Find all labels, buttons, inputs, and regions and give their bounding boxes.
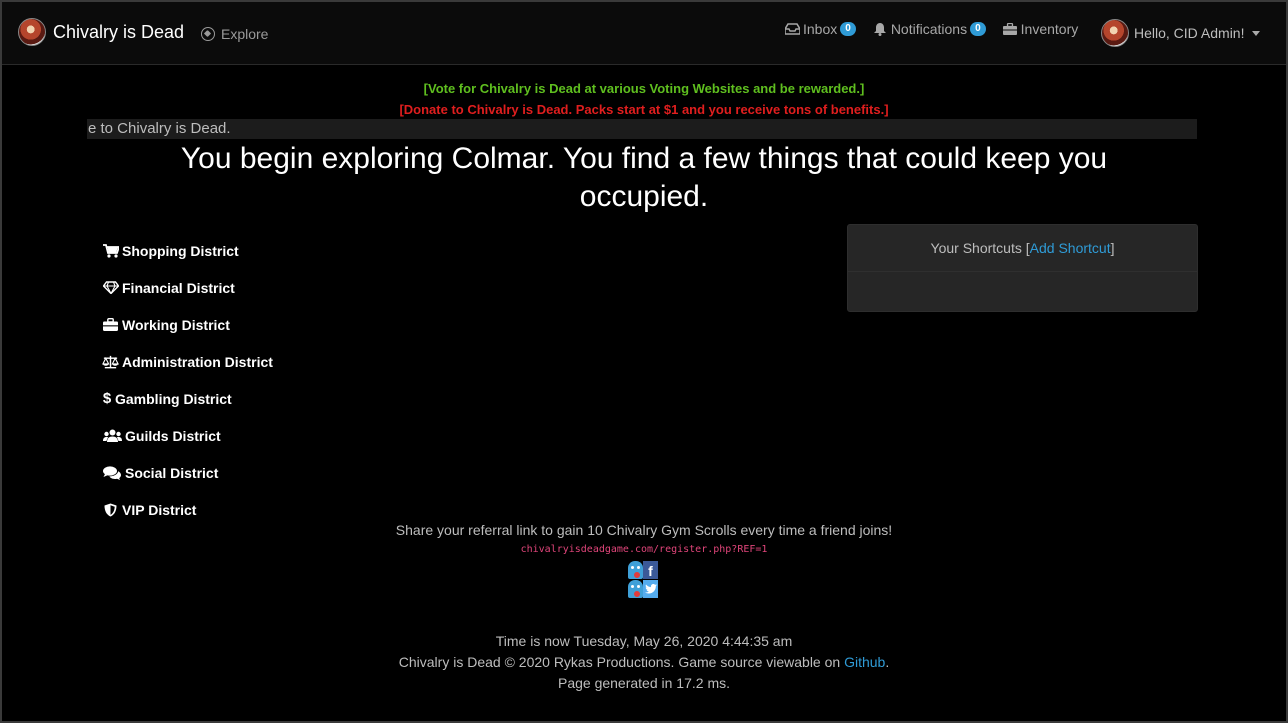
shield-icon — [102, 503, 119, 517]
copyright: Chivalry is Dead © 2020 Rykas Production… — [2, 652, 1286, 673]
notifications-count-badge: 0 — [970, 22, 986, 36]
facebook-icon: f — [643, 561, 658, 579]
district-label: Gambling District — [115, 390, 232, 407]
chevron-down-icon — [1252, 30, 1261, 36]
page-generated-time: Page generated in 17.2 ms. — [557, 675, 730, 691]
brand-link[interactable]: Chivalry is Dead — [18, 18, 184, 46]
bracket-close: ] — [1110, 240, 1115, 256]
game-logo — [18, 18, 46, 46]
announcement-marquee: e to Chivalry is Dead. — [87, 119, 1197, 139]
compass-icon — [201, 27, 215, 41]
vote-banner-link[interactable]: [Vote for Chivalry is Dead at various Vo… — [2, 81, 1286, 96]
avatar — [1101, 19, 1129, 47]
district-label: Working District — [122, 316, 230, 333]
inbox-count-badge: 0 — [840, 22, 856, 36]
balance-scale-icon — [102, 355, 119, 369]
headline-line-1: You begin exploring Colmar. You find a f… — [180, 142, 1108, 175]
inbox-link[interactable]: Inbox 0 — [784, 21, 856, 37]
district-gambling[interactable]: $ Gambling District — [102, 380, 273, 417]
ghost-icon — [628, 561, 643, 579]
share-facebook-button[interactable]: f — [628, 561, 658, 579]
explore-label: Explore — [221, 26, 269, 42]
diamond-icon — [102, 281, 119, 295]
copyright-period: . — [885, 654, 890, 670]
district-working[interactable]: Working District — [102, 306, 273, 343]
district-label: Financial District — [122, 279, 235, 296]
share-twitter-button[interactable] — [628, 580, 658, 598]
shortcuts-header: Your Shortcuts [Add Shortcut] — [848, 225, 1197, 272]
github-link[interactable]: Github — [844, 654, 885, 670]
inventory-link[interactable]: Inventory — [1002, 21, 1079, 37]
briefcase-icon — [102, 318, 119, 332]
inventory-label: Inventory — [1020, 21, 1079, 37]
district-label: Shopping District — [122, 242, 239, 259]
district-label: Administration District — [122, 353, 273, 370]
inbox-icon — [784, 23, 800, 35]
donate-banner-link[interactable]: [Donate to Chivalry is Dead. Packs start… — [2, 102, 1286, 117]
notifications-link[interactable]: Notifications 0 — [872, 21, 986, 37]
district-label: Guilds District — [125, 427, 221, 444]
district-shopping[interactable]: Shopping District — [102, 232, 273, 269]
ghost-icon — [628, 580, 643, 598]
district-list: Shopping District Financial District Wor… — [102, 232, 273, 528]
copyright-text: Chivalry is Dead © 2020 Rykas Production… — [398, 654, 845, 670]
users-icon — [102, 429, 122, 443]
server-time: Time is now Tuesday, May 26, 2020 4:44:3… — [495, 633, 793, 649]
district-financial[interactable]: Financial District — [102, 269, 273, 306]
user-greeting: Hello, CID Admin! — [1134, 25, 1245, 41]
notifications-label: Notifications — [890, 21, 968, 37]
page-footer: Time is now Tuesday, May 26, 2020 4:44:3… — [2, 631, 1286, 694]
inbox-label: Inbox — [803, 21, 838, 37]
dollar-icon: $ — [102, 390, 112, 407]
district-social[interactable]: Social District — [102, 454, 273, 491]
bell-icon — [872, 22, 888, 36]
referral-link[interactable]: chivalryisdeadgame.com/register.php?REF=… — [2, 544, 1286, 555]
comments-icon — [102, 465, 122, 480]
briefcase-icon — [1002, 23, 1018, 35]
district-administration[interactable]: Administration District — [102, 343, 273, 380]
twitter-icon — [643, 580, 658, 598]
headline-line-2: occupied. — [579, 180, 709, 213]
district-label: VIP District — [122, 501, 197, 518]
top-navbar: Chivalry is Dead Explore Inbox 0 Notific… — [2, 2, 1286, 65]
district-label: Social District — [125, 464, 219, 481]
add-shortcut-link[interactable]: Add Shortcut — [1030, 240, 1111, 256]
shortcuts-title: Your Shortcuts — [930, 240, 1022, 256]
referral-text: Share your referral link to gain 10 Chiv… — [395, 522, 893, 538]
user-menu[interactable]: Hello, CID Admin! — [1101, 19, 1261, 47]
explore-link[interactable]: Explore — [201, 26, 268, 42]
district-guilds[interactable]: Guilds District — [102, 417, 273, 454]
shortcuts-panel: Your Shortcuts [Add Shortcut] — [847, 224, 1198, 312]
brand-name: Chivalry is Dead — [53, 21, 185, 42]
page-title: You begin exploring Colmar. You find a f… — [2, 140, 1286, 216]
cart-icon — [102, 243, 119, 258]
